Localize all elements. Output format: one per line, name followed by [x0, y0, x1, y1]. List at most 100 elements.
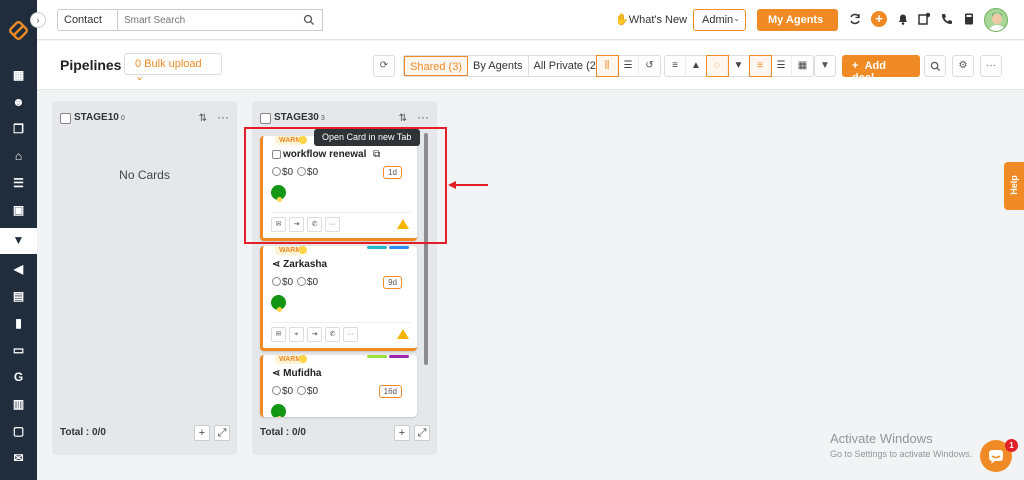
plus-icon: +: [852, 60, 859, 72]
collapse-rail-button[interactable]: ›: [30, 12, 46, 28]
stage-header: STAGE30 3 ⇅ ···: [260, 110, 429, 126]
shared-filter-tab[interactable]: Shared (3): [404, 56, 468, 76]
location-pin-icon[interactable]: ⌖: [289, 327, 304, 342]
calendar-icon[interactable]: ▢: [11, 424, 26, 439]
deal-card[interactable]: WARM ⋖ Zarkasha $0 $0 9d ✉ ⌖ ⇥ ✆ ···: [260, 246, 417, 351]
stage-title-text: STAGE30: [274, 112, 319, 123]
company-icon[interactable]: ⌂: [11, 149, 26, 164]
tasks-icon[interactable]: [917, 12, 931, 26]
chat-unread-badge: 1: [1005, 439, 1018, 452]
kanban-view-icon[interactable]: ⫼: [596, 55, 619, 77]
grid-density-icon[interactable]: ▦: [792, 56, 813, 76]
share-icon: ⋖: [272, 368, 281, 379]
select-stage-checkbox[interactable]: [260, 112, 271, 124]
currency-icon: [272, 277, 281, 286]
sort-icon[interactable]: ⇅: [399, 113, 407, 124]
comfortable-density-icon[interactable]: ☰: [771, 56, 792, 76]
deal-card[interactable]: WARM ⋖ Mufidha $0 $0 16d: [260, 355, 417, 417]
sheet-icon[interactable]: ▥: [11, 397, 26, 412]
annotation-highlight-box: [244, 127, 447, 244]
help-tab[interactable]: Help: [1004, 162, 1024, 210]
all-deals-icon[interactable]: ≡: [665, 56, 686, 76]
phone-icon[interactable]: [940, 12, 954, 26]
log-activity-icon[interactable]: ⇥: [307, 327, 322, 342]
owner-status-avatar[interactable]: [271, 295, 286, 312]
bulk-upload-button[interactable]: 0 Bulk upload ⌄: [124, 53, 222, 83]
refresh-icon[interactable]: [848, 12, 862, 26]
reload-pipeline-button[interactable]: ⟳: [373, 55, 395, 77]
stage-more-icon[interactable]: ···: [417, 110, 429, 124]
deal-amounts: $0 $0: [271, 277, 318, 288]
view-mode-group: ⫼ ☰ ↺: [596, 55, 661, 77]
open-deals-icon[interactable]: ◌: [706, 55, 729, 77]
admin-select-value: Admin: [702, 14, 734, 26]
search-icon: [930, 61, 940, 72]
notes-icon[interactable]: ▤: [11, 289, 26, 304]
add-card-button[interactable]: +: [194, 425, 210, 441]
quick-add-button[interactable]: +: [871, 11, 887, 27]
deal-age-badge: 16d: [378, 385, 402, 398]
user-avatar[interactable]: [984, 8, 1008, 32]
expand-stage-icon[interactable]: ⤢: [414, 425, 430, 441]
list-view-icon[interactable]: ☰: [618, 56, 639, 76]
annotation-arrow: [455, 184, 488, 186]
history-view-icon[interactable]: ↺: [639, 56, 660, 76]
label-stripes: [367, 246, 409, 249]
stage-more-icon[interactable]: ···: [217, 110, 229, 124]
deal-name: ⋖ Mufidha: [272, 368, 322, 379]
deal-status-group: ≡ ▲ ◌ ▼: [664, 55, 750, 77]
email-icon[interactable]: ✉: [271, 327, 286, 342]
folder-icon[interactable]: ▭: [11, 343, 26, 358]
deal-name-text[interactable]: Mufidha: [283, 368, 321, 379]
settings-gear-button[interactable]: ⚙: [952, 55, 974, 77]
search-deals-button[interactable]: [924, 55, 946, 77]
stage-title: STAGE30 3: [274, 112, 325, 123]
calculator-icon[interactable]: [962, 12, 976, 26]
search-button[interactable]: [297, 9, 323, 31]
more-actions-icon[interactable]: ···: [343, 327, 358, 342]
pipeline-filter-icon[interactable]: ▼: [0, 228, 37, 254]
visibility-filter-group: Shared (3) By Agents All Private (27): [403, 55, 612, 77]
contact-card-icon[interactable]: ▣: [11, 203, 26, 218]
lost-thumbs-down-icon[interactable]: ▼: [728, 56, 749, 76]
campaign-megaphone-icon[interactable]: ◀: [11, 262, 26, 277]
reports-chart-icon[interactable]: ▮: [11, 316, 26, 331]
deal-value: $0: [282, 277, 294, 288]
add-deal-button[interactable]: + Add deal: [842, 55, 920, 84]
contact-select-value: Contact: [64, 14, 102, 26]
filter-button[interactable]: ▼: [814, 55, 836, 77]
currency-icon: [296, 277, 306, 286]
won-thumbs-up-icon[interactable]: ▲: [686, 56, 707, 76]
list-icon[interactable]: ☰: [11, 176, 26, 191]
deal-name-text[interactable]: Zarkasha: [283, 259, 327, 270]
pipelines-toolbar: Pipelines 0 Bulk upload ⌄ ⟳ Shared (3) B…: [37, 41, 1024, 90]
share-icon: ⋖: [272, 259, 281, 270]
waving-hand-icon: ✋: [615, 14, 629, 26]
admin-select[interactable]: Admin ⌄: [693, 9, 746, 31]
compact-density-icon[interactable]: ≡: [749, 55, 772, 77]
page-title: Pipelines: [60, 57, 122, 73]
mail-icon[interactable]: ✉: [11, 451, 26, 466]
select-stage-checkbox[interactable]: [60, 112, 71, 124]
stage-total: Total : 0/0: [260, 427, 306, 438]
bulk-upload-label: 0 Bulk upload: [135, 58, 202, 70]
dashboard-icon[interactable]: ▦: [11, 68, 26, 83]
more-options-button[interactable]: ···: [980, 55, 1002, 77]
by-agents-filter-tab[interactable]: By Agents: [468, 56, 529, 76]
documents-icon[interactable]: ❐: [11, 122, 26, 137]
add-card-button[interactable]: +: [394, 425, 410, 441]
expand-stage-icon[interactable]: ⤢: [214, 425, 230, 441]
stage-count: 0: [120, 115, 125, 122]
call-icon[interactable]: ✆: [325, 327, 340, 342]
google-icon[interactable]: G: [11, 370, 26, 385]
chevron-down-icon: ⌄: [733, 14, 740, 23]
contacts-icon[interactable]: ☻: [11, 95, 26, 110]
whats-new-label: What's New: [628, 14, 688, 26]
smart-search-input[interactable]: [117, 9, 323, 31]
owner-status-avatar[interactable]: [271, 404, 286, 417]
sort-icon[interactable]: ⇅: [199, 113, 207, 124]
app-logo-icon[interactable]: [8, 20, 29, 41]
whats-new-link[interactable]: ✋What's New: [615, 13, 687, 26]
my-agents-button[interactable]: My Agents ⌄: [757, 9, 838, 39]
notification-bell-icon[interactable]: [896, 12, 910, 26]
